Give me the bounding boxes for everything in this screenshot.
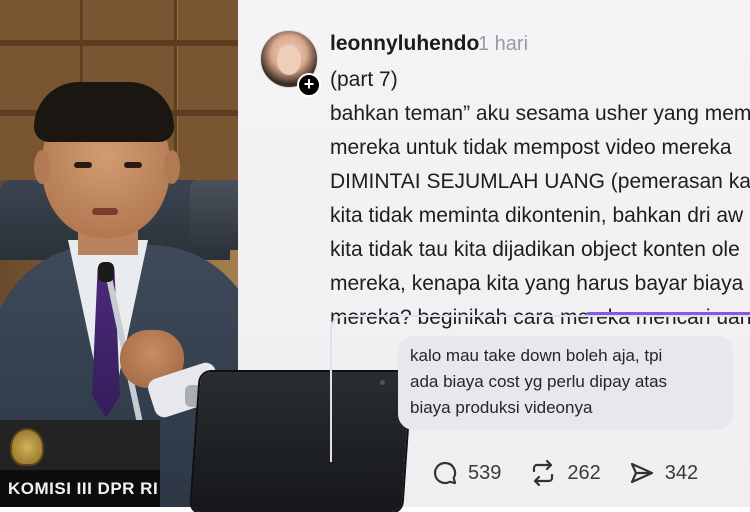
post-text-line: kita tidak meminta dikontenin, bahkan dr…: [330, 204, 744, 227]
post-text-line: (part 7): [330, 68, 398, 91]
eye: [74, 162, 92, 168]
post-text-line: mereka untuk tidak mempost video mereka: [330, 136, 732, 159]
quoted-text-line: ada biaya cost yg perlu dipay atas: [410, 372, 668, 391]
quoted-text-line: biaya produksi videonya: [410, 398, 593, 417]
wood-panel: [178, 0, 241, 180]
share-count: 342: [664, 461, 699, 484]
share-button[interactable]: 342: [629, 460, 698, 486]
reply-count: 539: [468, 461, 502, 484]
ear: [164, 150, 180, 184]
repost-button[interactable]: 262: [529, 460, 601, 486]
post-text-line: kita tidak tau kita dijadikan object kon…: [330, 238, 740, 261]
avatar-face: [277, 45, 301, 75]
mouth: [92, 208, 118, 215]
reply-button[interactable]: 539: [432, 460, 501, 486]
send-icon: [629, 460, 655, 486]
microphone-icon: [98, 262, 114, 282]
quoted-text-line: kalo mau take down boleh aja, tpi: [410, 346, 663, 365]
nameplate-text: KOMISI III DPR RI: [8, 478, 159, 498]
plus-icon[interactable]: +: [297, 73, 321, 97]
repost-count: 262: [567, 461, 601, 484]
post-text-line: bahkan teman” aku sesama usher yang mem: [330, 102, 750, 125]
dpr-emblem-icon: [10, 428, 44, 466]
post-time: 1 hari: [478, 33, 529, 55]
hair: [34, 82, 174, 142]
speech-bubble-icon: [432, 460, 458, 486]
post-text-line: mereka, kenapa kita yang harus bayar bia…: [330, 272, 744, 295]
repost-arrows-icon: [529, 460, 557, 486]
ear: [34, 150, 50, 184]
nameplate: KOMISI III DPR RI: [0, 470, 160, 507]
post-text-line: DIMINTAI SEJUMLAH UANG (pemerasan kal: [330, 170, 750, 193]
post-actions: 539 262 342: [432, 458, 726, 488]
post-username[interactable]: leonnyluhendo: [330, 32, 479, 56]
eye: [124, 162, 142, 168]
